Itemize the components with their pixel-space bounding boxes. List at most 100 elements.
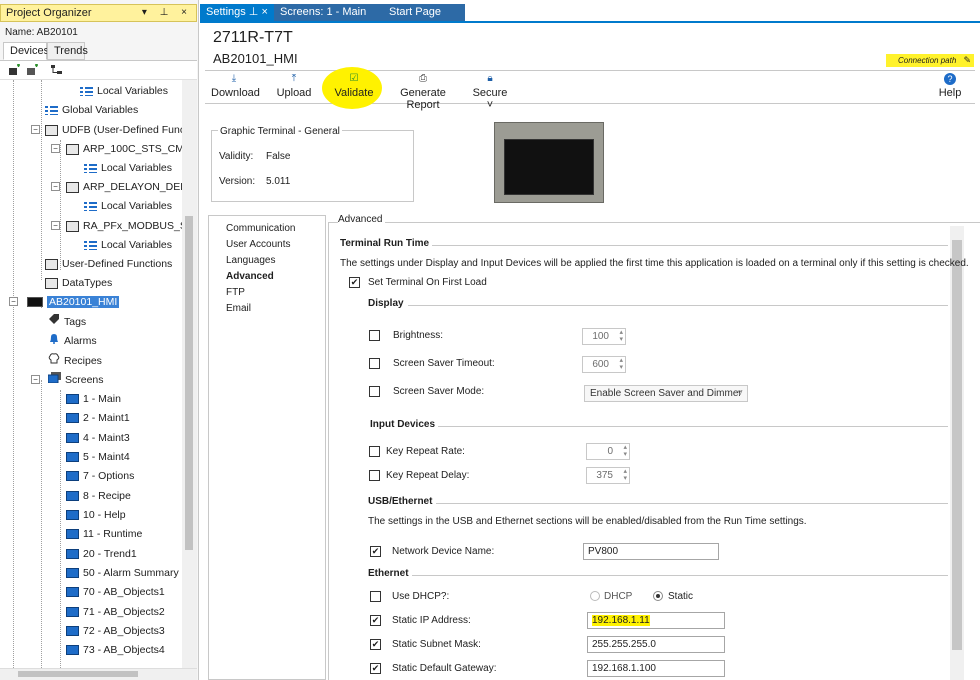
panel-window-buttons[interactable]: ▾ ⊥ × xyxy=(142,5,192,21)
tree-node-screen[interactable]: 71 - AB_Objects2 xyxy=(66,603,165,621)
tree-horizontal-thumb[interactable] xyxy=(18,671,138,677)
download-label: Download xyxy=(211,87,260,99)
key-repeat-rate-checkbox[interactable] xyxy=(369,446,380,457)
default-gateway-checkbox[interactable]: ✔ xyxy=(370,663,381,674)
use-dhcp-checkbox[interactable] xyxy=(370,591,381,602)
tree-node-recipes[interactable]: Recipes xyxy=(48,352,102,370)
download-button[interactable]: ⤓ Download xyxy=(211,73,260,103)
screen-saver-mode-checkbox[interactable] xyxy=(369,386,380,397)
tree-node-user-defined-functions[interactable]: User-Defined Functions xyxy=(45,255,172,273)
tree-node-global-variables[interactable]: Global Variables xyxy=(45,101,138,119)
tree-node-screen[interactable]: 1 - Main xyxy=(66,390,121,408)
dhcp-radio[interactable] xyxy=(590,591,600,601)
nav-languages[interactable]: Languages xyxy=(226,255,276,266)
section-terminal-run-time: Terminal Run Time xyxy=(340,238,430,249)
tree-node-alarms[interactable]: Alarms xyxy=(48,332,97,350)
nav-user-accounts[interactable]: User Accounts xyxy=(226,239,290,250)
section-input-devices: Input Devices xyxy=(370,419,436,430)
tree-scroll-thumb[interactable] xyxy=(185,216,193,550)
tree-node-screen[interactable]: 70 - AB_Objects1 xyxy=(66,583,165,601)
tab-settings[interactable]: Settings ⊥ × xyxy=(200,4,274,21)
screen-saver-timeout-stepper[interactable]: 600 xyxy=(582,356,626,373)
network-device-name-checkbox[interactable]: ✔ xyxy=(370,546,381,557)
tree-node-udfb[interactable]: UDFB (User-Defined Functi xyxy=(45,121,182,139)
tree-node-local-variables[interactable]: Local Variables xyxy=(84,236,172,254)
collapse-icon[interactable]: − xyxy=(31,375,40,384)
add-item-icon[interactable] xyxy=(26,64,39,76)
terminal-icon xyxy=(27,297,43,308)
project-tree: Local Variables Global Variables − UDFB … xyxy=(0,80,182,668)
tree-node-screens[interactable]: Screens xyxy=(47,371,104,389)
subnet-mask-label: Static Subnet Mask: xyxy=(392,639,481,650)
tree-node-hmi-terminal[interactable]: AB20101_HMI xyxy=(27,293,120,311)
nav-email[interactable]: Email xyxy=(226,303,251,314)
tree-node-local-variables[interactable]: Local Variables xyxy=(84,197,172,215)
tab-devices[interactable]: Devices xyxy=(3,42,49,60)
tree-node-local-variables[interactable]: Local Variables xyxy=(80,82,168,100)
network-device-name-input[interactable]: PV800 xyxy=(583,543,719,560)
brightness-checkbox[interactable] xyxy=(369,330,380,341)
functions-icon xyxy=(45,258,58,270)
generate-report-button[interactable]: ⎙ Generate Report xyxy=(386,73,460,111)
tree-node-arp-delayon[interactable]: ARP_DELAYON_DELAY xyxy=(66,178,182,196)
add-device-icon[interactable] xyxy=(8,64,21,76)
nav-advanced[interactable]: Advanced xyxy=(226,271,274,282)
tree-node-screen[interactable]: 8 - Recipe xyxy=(66,487,131,505)
validity-value: False xyxy=(266,151,291,162)
tree-node-tags[interactable]: Tags xyxy=(48,313,86,331)
tree-node-screen[interactable]: 72 - AB_Objects3 xyxy=(66,622,165,640)
tree-node-screen[interactable]: 4 - Maint3 xyxy=(66,429,130,447)
nav-ftp[interactable]: FTP xyxy=(226,287,245,298)
collapse-icon[interactable]: − xyxy=(9,297,18,306)
static-radio[interactable] xyxy=(653,591,663,601)
collapse-icon[interactable]: − xyxy=(51,221,60,230)
set-terminal-checkbox[interactable]: ✔ xyxy=(349,277,360,288)
tree-node-screen[interactable]: 2 - Maint1 xyxy=(66,409,130,427)
use-dhcp-label: Use DHCP?: xyxy=(392,591,450,602)
collapse-icon[interactable]: − xyxy=(51,144,60,153)
section-ethernet: Ethernet xyxy=(368,568,409,579)
secure-button[interactable]: 🔒︎ Secure ˅ xyxy=(470,73,510,111)
tree-node-screen[interactable]: 11 - Runtime xyxy=(66,525,142,543)
nav-communication[interactable]: Communication xyxy=(226,223,295,234)
screen-saver-timeout-checkbox[interactable] xyxy=(369,358,380,369)
tab-trends[interactable]: Trends xyxy=(47,42,88,60)
subnet-mask-checkbox[interactable]: ✔ xyxy=(370,639,381,650)
validity-label: Validity: xyxy=(219,151,254,162)
tree-view-icon[interactable] xyxy=(50,64,63,76)
organizer-toolbar xyxy=(0,60,197,80)
tree-node-screen[interactable]: 10 - Help xyxy=(66,506,126,524)
collapse-icon[interactable]: − xyxy=(51,182,60,191)
key-repeat-delay-checkbox[interactable] xyxy=(369,470,380,481)
tree-node-ra-pfx-modbus[interactable]: RA_PFx_MODBUS_STS_ xyxy=(66,217,182,235)
advanced-scroll-thumb[interactable] xyxy=(952,240,962,650)
key-repeat-delay-stepper[interactable]: 375 xyxy=(586,467,630,484)
default-gateway-input[interactable]: 192.168.1.100 xyxy=(587,660,725,677)
tree-node-screen[interactable]: 5 - Maint4 xyxy=(66,448,130,466)
static-ip-label: Static IP Address: xyxy=(392,615,471,626)
subnet-mask-input[interactable]: 255.255.255.0 xyxy=(587,636,725,653)
tree-node-local-variables[interactable]: Local Variables xyxy=(84,159,172,177)
static-ip-value: 192.168.1.11 xyxy=(592,615,650,626)
tree-node-screen[interactable]: 7 - Options xyxy=(66,467,134,485)
project-name-line: Name: AB20101 xyxy=(5,27,78,38)
lock-icon: 🔒︎ xyxy=(487,73,493,84)
brightness-stepper[interactable]: 100 xyxy=(582,328,626,345)
tree-node-screen[interactable]: 20 - Trend1 xyxy=(66,545,137,563)
tree-node-arp-100c[interactable]: ARP_100C_STS_CMD xyxy=(66,140,182,158)
collapse-icon[interactable]: − xyxy=(31,125,40,134)
static-ip-checkbox[interactable]: ✔ xyxy=(370,615,381,626)
connection-path-button[interactable]: Connection path ✎ xyxy=(886,54,974,67)
tree-node-screen[interactable]: 50 - Alarm Summary xyxy=(66,564,179,582)
validate-button[interactable]: ☑ Validate xyxy=(334,73,374,103)
tree-node-datatypes[interactable]: DataTypes xyxy=(45,274,112,292)
tab-screens-main[interactable]: Screens: 1 - Main xyxy=(274,4,383,21)
static-ip-input[interactable]: 192.168.1.11 xyxy=(587,612,725,629)
screen-saver-mode-select[interactable]: Enable Screen Saver and Dimmer ˅ xyxy=(584,385,748,402)
screen-icon xyxy=(66,645,79,656)
key-repeat-rate-stepper[interactable]: 0 xyxy=(586,443,630,460)
help-button[interactable]: ? Help xyxy=(937,73,963,103)
tree-node-screen[interactable]: 73 - AB_Objects4 xyxy=(66,641,165,659)
tab-start-page[interactable]: Start Page xyxy=(383,4,465,21)
upload-button[interactable]: ⤒ Upload xyxy=(276,73,312,103)
